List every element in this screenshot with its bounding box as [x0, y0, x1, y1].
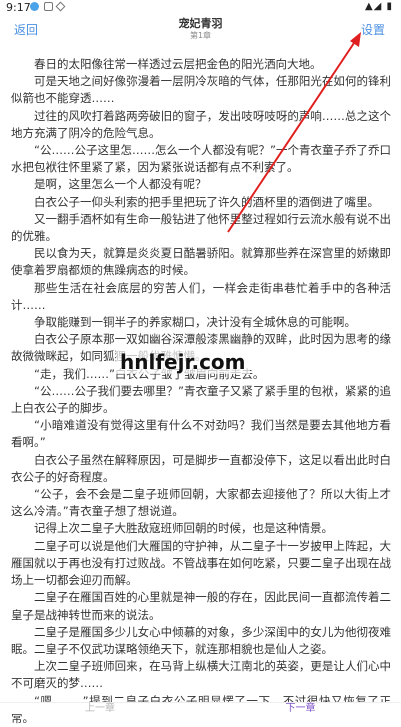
paragraph: 那些生活在社会底层的穷苦人们，一样会走街串巷忙着手中的各种活计…… [11, 280, 391, 312]
paragraph: 又一翻手酒杯如有生命一般钻进了他怀里整过程如行云流水般有说不出的优雅。 [11, 211, 391, 244]
paragraph: “公……公子我们要去哪里？”青衣童子又紧了紧手里的包袱，紧紧的追上白衣公子的脚步… [11, 383, 391, 416]
paragraph: 二皇子是雁国多少儿女心中倾慕的对象，多少深闺中的女儿为他彻夜难眠。二皇子不仅武功… [11, 624, 391, 656]
paragraph: 白衣公子虽然在解释原因，可是脚步一直都没停下，这足以看出此时白衣公子的好奇程度。 [11, 452, 391, 484]
signal-battery-icon: ▲◢ ▮ [364, 1, 393, 12]
reader-header: 返回 宠妃青羽 第1章 设置 [0, 14, 401, 44]
settings-button[interactable]: 设置 [361, 21, 385, 38]
status-time: 9:17 [6, 1, 31, 14]
paragraph: 白衣公子一仰头利索的把手里把玩了许久的酒杯里的酒倒进了嘴里。 [34, 194, 379, 209]
next-chapter-button[interactable]: 下一章 [200, 703, 401, 714]
status-bar: 9:17 ▲◢ ▮ [0, 0, 401, 14]
app-icon [44, 2, 53, 11]
notification-icon [30, 2, 39, 11]
book-title: 宠妃青羽 [178, 17, 223, 30]
paragraph: 二皇子在雁国百姓的心里就是神一般的存在，因此民间一直都流传着二皇子是战神转世而来… [11, 590, 391, 622]
cube-icon [55, 1, 66, 12]
paragraph: 记得上次二皇子大胜敌寇班师回朝的时候，也是这种情景。 [34, 521, 333, 536]
paragraph: 二皇子可以说是他们大雁国的守护神，从二皇子十一岁披甲上阵起，大雁国就以于再也没有… [11, 538, 391, 588]
paragraph: 是啊，这里怎么一个人都没有呢？ [34, 177, 207, 192]
paragraph: 上次二皇子班师回来，在马背上纵横大江南北的英姿，更是让人们心中不可磨灭的梦…… [11, 659, 391, 691]
paragraph: 过往的风吹打着路两旁破旧的窗子，发出吱呀吱呀的声响……总之这个地方充满了阴冷的危… [11, 108, 391, 140]
paragraph: 民以食为天，就算是炎炎夏日酷暑骄阳。就算那些养在深宫里的娇嫩即使拿着罗扇都烦的焦… [11, 246, 391, 278]
chapter-text: 春日的太阳像往常一样透过云层把金色的阳光洒向大地。可是天地之间好像弥漫着一层阴冷… [11, 56, 391, 727]
paragraph: “公……公子这里怎……怎么一个人都没有呢？”一个青衣童子乔了乔口水把包袱往怀里紧… [11, 143, 391, 175]
chapter-label: 第1章 [189, 31, 212, 40]
paragraph: “公子，会不会是二皇子班师回朝，大家都去迎接他了？所以大街上才这么冷清。”青衣童… [11, 487, 391, 519]
paragraph: “小暗难道没有觉得这里有什么不对劲吗？我们当然是要去其他地方看看啊。” [11, 418, 391, 450]
paragraph: 争取能赚到一铜半子的养家糊口，决计没有全城休息的可能啊。 [34, 315, 356, 330]
paragraph: 可是天地之间好像弥漫着一层阴冷灰暗的气体，任那阳光在如何的锋利似箭也不能穿透…… [11, 74, 391, 106]
paragraph: 春日的太阳像往常一样透过云层把金色的阳光洒向大地。 [34, 57, 322, 71]
prev-chapter-button[interactable]: 上一章 [0, 703, 200, 714]
chapter-nav: 上一章 下一章 [0, 702, 401, 714]
watermark: hnlfejr.com [116, 350, 250, 374]
